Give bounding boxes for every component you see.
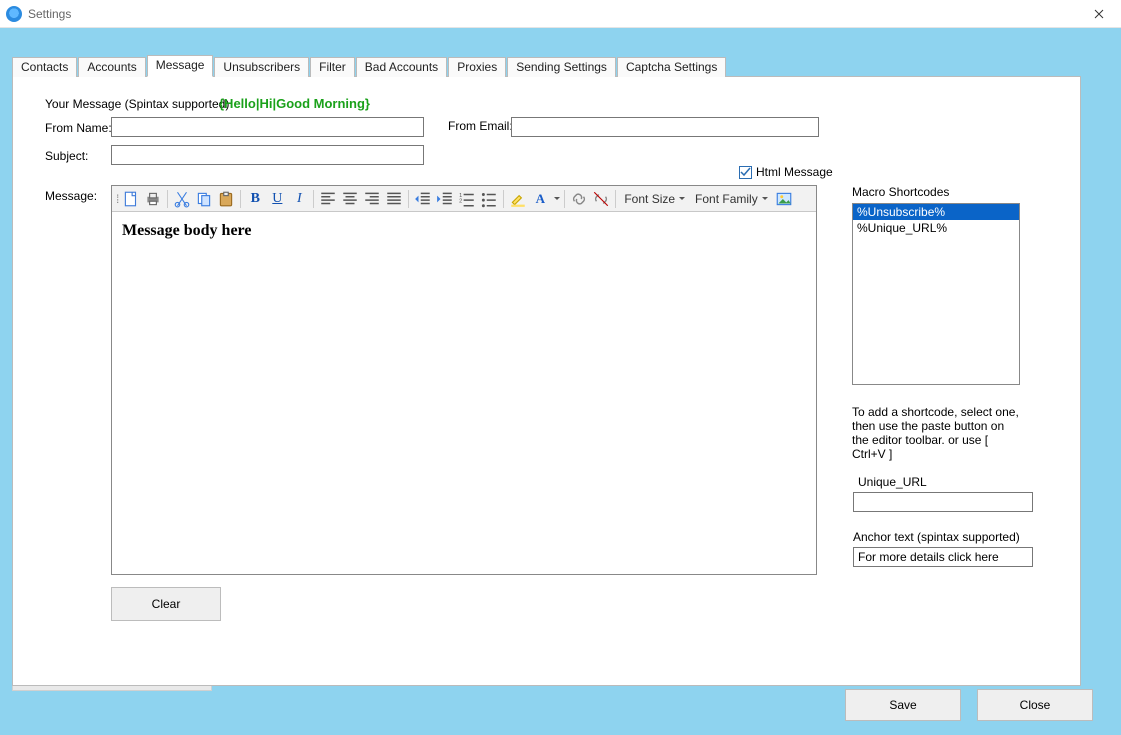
clear-button[interactable]: Clear [111, 587, 221, 621]
indent-icon[interactable] [435, 189, 455, 209]
svg-text:2: 2 [459, 198, 462, 204]
app-icon [6, 6, 22, 22]
checkbox-icon [739, 166, 752, 179]
font-family-dropdown[interactable]: Font Family [691, 192, 772, 206]
macro-help-text: To add a shortcode, select one, then use… [852, 405, 1022, 461]
subject-field[interactable] [111, 145, 424, 165]
list-item[interactable]: %Unsubscribe% [853, 204, 1019, 220]
macro-listbox[interactable]: %Unsubscribe% %Unique_URL% [852, 203, 1020, 385]
close-icon[interactable] [1077, 0, 1121, 27]
copy-icon[interactable] [194, 189, 214, 209]
rich-editor: ⁞ B U I 12 [111, 185, 817, 575]
outdent-icon[interactable] [413, 189, 433, 209]
insert-image-icon[interactable] [774, 189, 794, 209]
from-email-label: From Email: [448, 119, 513, 133]
from-email-field[interactable] [511, 117, 819, 137]
message-label: Message: [45, 189, 97, 203]
tab-unsubscribers[interactable]: Unsubscribers [214, 57, 309, 77]
spintax-hint: {Hello|Hi|Good Morning} [219, 96, 370, 111]
italic-icon[interactable]: I [289, 189, 309, 209]
anchor-text-field[interactable] [853, 547, 1033, 567]
tab-accounts[interactable]: Accounts [78, 57, 145, 77]
font-size-label: Font Size [624, 192, 675, 206]
window-title: Settings [28, 7, 71, 21]
window-controls [1077, 0, 1121, 27]
tab-contacts[interactable]: Contacts [12, 57, 77, 77]
tabstrip: Contacts Accounts Message Unsubscribers … [12, 57, 1095, 77]
client-area: Contacts Accounts Message Unsubscribers … [0, 28, 1121, 735]
list-item[interactable]: %Unique_URL% [853, 220, 1019, 236]
cut-icon[interactable] [172, 189, 192, 209]
align-justify-icon[interactable] [384, 189, 404, 209]
anchor-text-label: Anchor text (spintax supported) [853, 530, 1020, 544]
tab-sending-settings[interactable]: Sending Settings [507, 57, 616, 77]
align-left-icon[interactable] [318, 189, 338, 209]
unique-url-field[interactable] [853, 492, 1033, 512]
link-icon[interactable] [569, 189, 589, 209]
tab-filter[interactable]: Filter [310, 57, 355, 77]
new-file-icon[interactable] [121, 189, 141, 209]
tab-bad-accounts[interactable]: Bad Accounts [356, 57, 447, 77]
chevron-down-icon [762, 197, 768, 203]
align-center-icon[interactable] [340, 189, 360, 209]
tab-proxies[interactable]: Proxies [448, 57, 506, 77]
align-right-icon[interactable] [362, 189, 382, 209]
from-name-field[interactable] [111, 117, 424, 137]
chevron-down-icon[interactable] [554, 197, 560, 203]
editor-body[interactable]: Message body here [112, 212, 816, 574]
tab-captcha-settings[interactable]: Captcha Settings [617, 57, 726, 77]
tab-message[interactable]: Message [147, 55, 214, 77]
font-family-label: Font Family [695, 192, 758, 206]
print-icon[interactable] [143, 189, 163, 209]
tabpanel-message: Your Message (Spintax supported) {Hello|… [12, 76, 1081, 686]
html-message-checkbox[interactable]: Html Message [739, 165, 833, 179]
unique-url-label: Unique_URL [858, 475, 927, 489]
unlink-icon[interactable] [591, 189, 611, 209]
font-size-dropdown[interactable]: Font Size [620, 192, 689, 206]
macro-header: Macro Shortcodes [852, 185, 949, 199]
unordered-list-icon[interactable] [479, 189, 499, 209]
font-color-icon[interactable]: A [530, 189, 550, 209]
your-message-label: Your Message (Spintax supported) [45, 97, 229, 111]
html-message-label: Html Message [756, 165, 833, 179]
bold-icon[interactable]: B [245, 189, 265, 209]
from-name-label: From Name: [45, 121, 112, 135]
ordered-list-icon[interactable]: 12 [457, 189, 477, 209]
editor-toolbar: ⁞ B U I 12 [112, 186, 816, 212]
underline-icon[interactable]: U [267, 189, 287, 209]
subject-label: Subject: [45, 149, 88, 163]
paste-icon[interactable] [216, 189, 236, 209]
chevron-down-icon [679, 197, 685, 203]
highlight-icon[interactable] [508, 189, 528, 209]
save-button[interactable]: Save [845, 689, 961, 721]
window-titlebar: Settings [0, 0, 1121, 28]
close-button[interactable]: Close [977, 689, 1093, 721]
